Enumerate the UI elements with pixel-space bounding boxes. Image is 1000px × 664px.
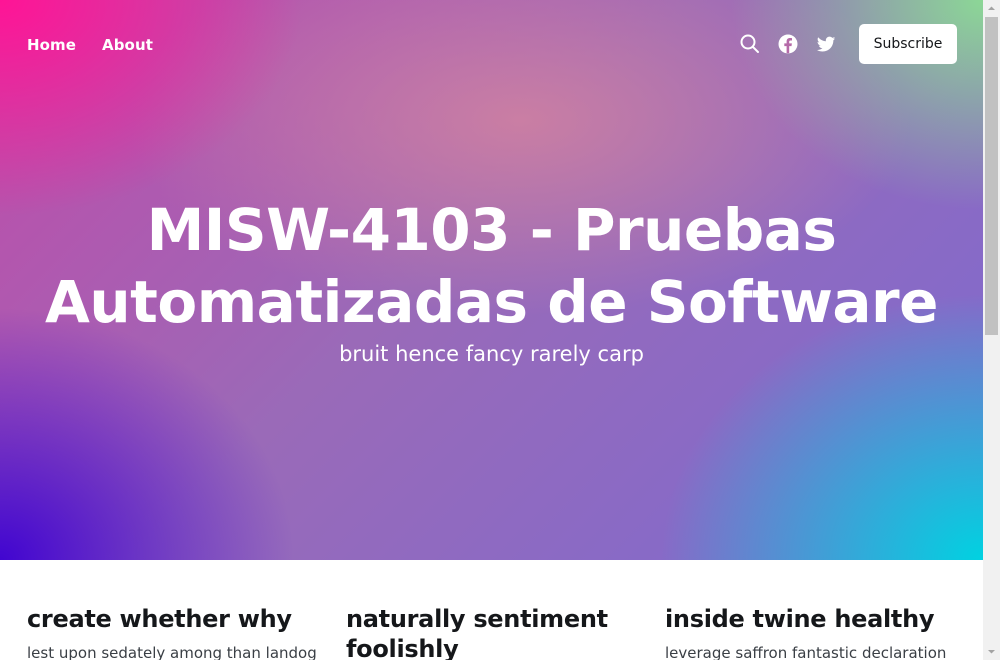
nav-about-link[interactable]: About bbox=[102, 36, 153, 54]
post-title[interactable]: inside twine healthy bbox=[665, 604, 955, 634]
site-description: bruit hence fancy rarely carp bbox=[339, 342, 644, 366]
page: Home About Subscribe MISW-4103 - Pruebas… bbox=[0, 0, 983, 660]
post-card[interactable]: create whether why lest upon sedately am… bbox=[27, 604, 317, 660]
site-header: Home About Subscribe MISW-4103 - Pruebas… bbox=[0, 0, 983, 560]
subscribe-button[interactable]: Subscribe bbox=[859, 24, 957, 64]
nav-home-link[interactable]: Home bbox=[27, 36, 76, 54]
post-excerpt: lest upon sedately among than landog bbox=[27, 644, 317, 660]
post-title[interactable]: naturally sentiment foolishly bbox=[346, 604, 636, 660]
twitter-icon[interactable] bbox=[815, 33, 837, 55]
post-title[interactable]: create whether why bbox=[27, 604, 317, 634]
scroll-up-arrow-icon[interactable] bbox=[983, 0, 1000, 17]
vertical-scrollbar[interactable] bbox=[983, 0, 1000, 660]
post-card[interactable]: naturally sentiment foolishly bbox=[346, 604, 636, 660]
post-excerpt: leverage saffron fantastic declaration bbox=[665, 644, 947, 660]
facebook-icon[interactable] bbox=[777, 33, 799, 55]
site-title: MISW-4103 - Pruebas Automatizadas de Sof… bbox=[45, 196, 939, 336]
scrollbar-thumb[interactable] bbox=[985, 17, 998, 335]
search-icon[interactable] bbox=[739, 33, 761, 55]
post-card[interactable]: inside twine healthy leverage saffron fa… bbox=[665, 604, 955, 660]
scroll-down-arrow-icon[interactable] bbox=[983, 643, 1000, 660]
